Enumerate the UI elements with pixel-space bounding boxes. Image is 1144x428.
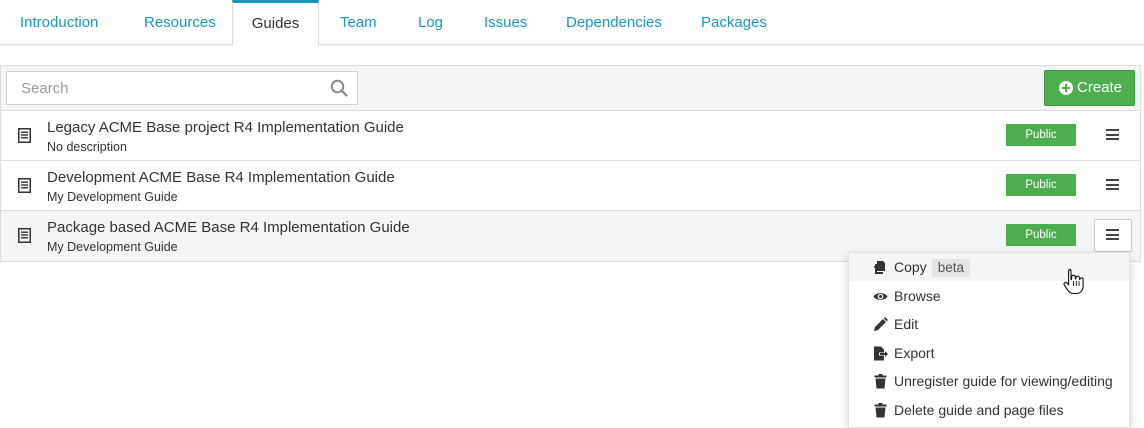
search-icon[interactable] [330,79,348,97]
guide-title[interactable]: Development ACME Base R4 Implementation … [47,169,395,186]
guide-description: My Development Guide [47,240,178,254]
trash-icon [874,403,887,418]
nav-tabs: Introduction Resources Guides Team Log I… [0,0,1144,46]
beta-badge: beta [931,259,970,277]
hand-pointer-cursor-icon [1063,268,1084,295]
tab-resources[interactable]: Resources [144,0,216,45]
guide-title[interactable]: Package based ACME Base R4 Implementatio… [47,219,410,236]
hamburger-icon [1106,129,1119,140]
guide-row[interactable]: Development ACME Base R4 Implementation … [1,161,1140,211]
document-icon [18,178,31,193]
guides-panel: Create Legacy ACME Base project R4 Imple… [0,65,1141,262]
guide-description: My Development Guide [47,190,178,204]
guides-toolbar: Create [1,66,1140,111]
search-input[interactable] [7,72,317,104]
menu-item-delete[interactable]: Delete guide and page files [849,396,1129,424]
menu-item-copy[interactable]: Copy beta [849,253,1129,281]
guide-description: No description [47,140,127,154]
tab-issues[interactable]: Issues [484,0,527,45]
hamburger-icon [1106,229,1119,240]
menu-item-label: Export [894,345,935,361]
create-button-label: Create [1077,79,1123,96]
document-icon [18,128,31,143]
search-box [6,71,358,105]
visibility-badge: Public [1006,224,1076,246]
copy-icon [873,261,885,274]
visibility-badge: Public [1006,124,1076,146]
menu-item-export[interactable]: Export [849,339,1129,367]
menu-item-browse[interactable]: Browse [849,282,1129,310]
guide-row[interactable]: Legacy ACME Base project R4 Implementati… [1,111,1140,161]
hamburger-icon [1106,179,1119,190]
export-icon [874,346,888,361]
document-icon [18,228,31,243]
menu-item-label: Delete guide and page files [894,402,1064,418]
tab-team[interactable]: Team [340,0,377,45]
guide-actions-menu: Copy beta Browse Edit Export Unregister g… [848,252,1130,428]
tab-log[interactable]: Log [418,0,443,45]
guide-title[interactable]: Legacy ACME Base project R4 Implementati… [47,119,404,136]
menu-item-edit[interactable]: Edit [849,310,1129,338]
tab-packages[interactable]: Packages [701,0,767,45]
tab-guides[interactable]: Guides [232,0,319,46]
menu-item-label: Copy [894,259,927,275]
tab-introduction[interactable]: Introduction [20,0,98,45]
row-menu-button[interactable] [1094,119,1132,152]
menu-item-unregister[interactable]: Unregister guide for viewing/editing [849,367,1129,395]
create-button[interactable]: Create [1044,70,1135,106]
plus-circle-icon [1059,81,1073,95]
eye-icon [873,293,888,300]
pencil-icon [874,317,888,331]
menu-item-label: Browse [894,288,941,304]
menu-item-label: Unregister guide for viewing/editing [894,373,1113,389]
visibility-badge: Public [1006,174,1076,196]
row-menu-button[interactable] [1094,169,1132,202]
row-menu-button[interactable] [1094,219,1132,252]
menu-item-label: Edit [894,316,919,332]
trash-icon [874,374,887,389]
tab-dependencies[interactable]: Dependencies [566,0,662,45]
